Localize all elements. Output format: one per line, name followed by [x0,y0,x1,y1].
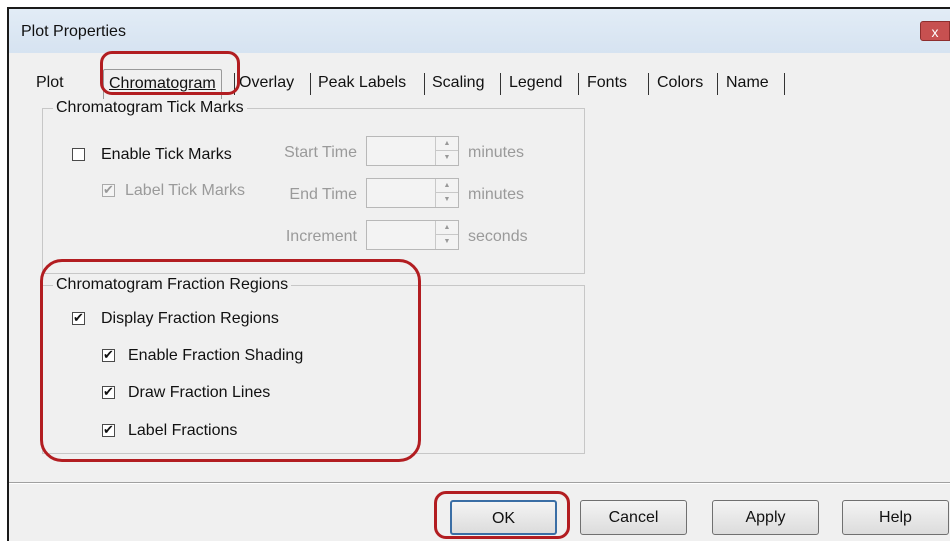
tab-chromatogram[interactable]: Chromatogram [103,69,222,100]
spinner-arrows[interactable]: ▲ ▼ [435,221,458,249]
tick-marks-group-label: Chromatogram Tick Marks [53,99,247,117]
increment-spinner[interactable]: ▲ ▼ [366,220,459,250]
spinner-arrows[interactable]: ▲ ▼ [435,179,458,207]
display-fraction-regions-checkbox[interactable]: Display Fraction Regions [72,308,279,329]
checkbox-icon [72,148,85,161]
help-button[interactable]: Help [842,500,949,535]
window-title: Plot Properties [21,23,126,40]
spinner-arrows[interactable]: ▲ ▼ [435,137,458,165]
tab-overlay[interactable]: Overlay [239,69,294,99]
plot-properties-dialog: Plot Properties x Plot Chromatogram Over… [7,7,950,541]
tab-chromatogram-label: Chromatogram [109,75,216,92]
down-arrow-icon[interactable]: ▼ [436,193,458,207]
checkbox-icon [102,180,115,200]
up-arrow-icon[interactable]: ▲ [436,179,458,193]
down-arrow-icon[interactable]: ▼ [436,151,458,165]
tab-separator [500,73,501,95]
cancel-button[interactable]: Cancel [580,500,687,535]
tab-separator [578,73,579,95]
increment-unit: seconds [468,228,528,245]
tab-peak-labels[interactable]: Peak Labels [318,69,406,99]
display-fraction-regions-label: Display Fraction Regions [101,310,279,327]
enable-fraction-shading-checkbox[interactable]: Enable Fraction Shading [102,345,304,366]
tab-colors[interactable]: Colors [657,69,703,99]
label-fractions-checkbox[interactable]: Label Fractions [102,420,238,441]
increment-label: Increment [285,228,357,245]
tab-separator [648,73,649,95]
tab-separator [717,73,718,95]
apply-button[interactable]: Apply [712,500,819,535]
enable-fraction-shading-label: Enable Fraction Shading [128,347,304,364]
draw-fraction-lines-checkbox[interactable]: Draw Fraction Lines [102,382,271,403]
end-time-label: End Time [289,186,357,203]
label-fractions-label: Label Fractions [128,422,238,439]
checkbox-icon [102,382,115,402]
tab-separator [784,73,785,95]
tab-separator [424,73,425,95]
button-divider [9,482,950,484]
tab-name[interactable]: Name [726,69,769,99]
up-arrow-icon[interactable]: ▲ [436,137,458,151]
tab-scaling[interactable]: Scaling [432,69,484,99]
end-time-unit: minutes [468,186,525,203]
end-time-spinner[interactable]: ▲ ▼ [366,178,459,208]
tab-legend[interactable]: Legend [509,69,562,99]
start-time-spinner[interactable]: ▲ ▼ [366,136,459,166]
fraction-regions-group-label: Chromatogram Fraction Regions [53,276,292,294]
checkbox-icon [102,345,115,365]
tab-separator [234,73,235,95]
tab-plot[interactable]: Plot [36,69,64,99]
label-tick-marks-checkbox[interactable]: Label Tick Marks [102,180,246,201]
title-bar[interactable]: Plot Properties x [9,9,950,53]
start-time-unit: minutes [468,144,525,161]
checkbox-icon [102,420,115,440]
draw-fraction-lines-label: Draw Fraction Lines [128,384,271,401]
ok-button[interactable]: OK [450,500,557,535]
up-arrow-icon[interactable]: ▲ [436,221,458,235]
close-icon: x [931,24,939,40]
down-arrow-icon[interactable]: ▼ [436,235,458,249]
tab-separator [310,73,311,95]
enable-tick-marks-checkbox[interactable]: Enable Tick Marks [72,145,232,165]
checkbox-icon [72,308,85,328]
tab-fonts[interactable]: Fonts [587,69,627,99]
enable-tick-marks-label: Enable Tick Marks [101,146,232,163]
start-time-label: Start Time [284,144,357,161]
label-tick-marks-label: Label Tick Marks [125,182,246,199]
close-button[interactable]: x [920,21,950,41]
